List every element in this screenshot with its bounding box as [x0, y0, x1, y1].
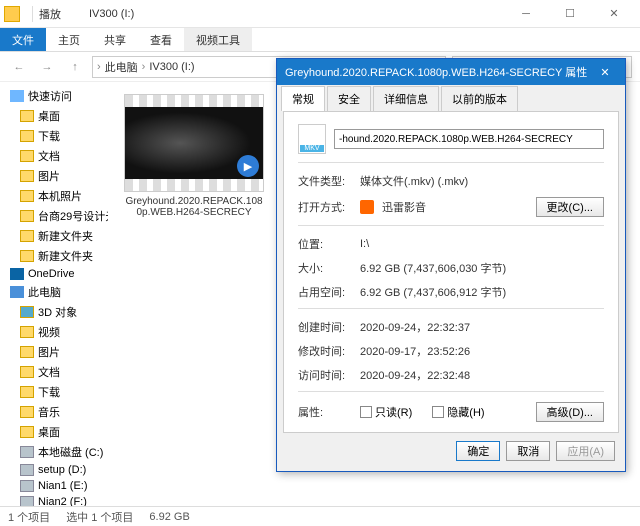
accessed-value: 2020-09-24，22:32:48	[360, 367, 470, 383]
dialog-tabs: 常规 安全 详细信息 以前的版本	[277, 85, 625, 111]
play-overlay-icon: ▶	[237, 155, 259, 177]
tree-thispc[interactable]: 此电脑	[0, 282, 108, 302]
location-label: 位置:	[298, 236, 352, 252]
status-size: 6.92 GB	[149, 511, 189, 523]
tab-details[interactable]: 详细信息	[373, 86, 439, 111]
dialog-close-button[interactable]: ✕	[593, 66, 617, 79]
cancel-button[interactable]: 取消	[506, 441, 550, 461]
status-count: 1 个项目	[8, 509, 50, 525]
tab-security[interactable]: 安全	[327, 86, 371, 111]
created-label: 创建时间:	[298, 319, 352, 335]
back-button[interactable]: ←	[8, 56, 30, 78]
ok-button[interactable]: 确定	[456, 441, 500, 461]
ondisk-value: 6.92 GB (7,437,606,912 字节)	[360, 284, 506, 300]
close-button[interactable]: ✕	[592, 0, 636, 28]
video-thumbnail: ▶	[124, 94, 264, 192]
tree-project[interactable]: 台商29号设计元素	[0, 206, 108, 226]
app-icon	[360, 200, 374, 214]
file-type-icon	[298, 124, 326, 154]
openwith-value: 迅雷影音	[382, 199, 426, 215]
hidden-checkbox[interactable]: 隐藏(H)	[432, 404, 484, 420]
apply-button[interactable]: 应用(A)	[556, 441, 615, 461]
tree-setup-d[interactable]: setup (D:)	[0, 462, 108, 478]
window-context: 播放	[39, 6, 61, 22]
tab-view[interactable]: 查看	[138, 28, 184, 51]
type-label: 文件类型:	[298, 173, 352, 189]
change-button[interactable]: 更改(C)...	[536, 197, 604, 217]
tab-home[interactable]: 主页	[46, 28, 92, 51]
titlebar: 播放 IV300 (I:) ─ ☐ ✕	[0, 0, 640, 28]
type-value: 媒体文件(.mkv) (.mkv)	[360, 173, 468, 189]
tree-desktop[interactable]: 桌面	[0, 106, 108, 126]
attr-label: 属性:	[298, 404, 352, 420]
properties-dialog: Greyhound.2020.REPACK.1080p.WEB.H264-SEC…	[276, 58, 626, 472]
modified-value: 2020-09-17，23:52:26	[360, 343, 470, 359]
file-item[interactable]: ▶ Greyhound.2020.REPACK.1080p.WEB.H264-S…	[120, 94, 268, 218]
status-selected: 选中 1 个项目	[66, 509, 133, 525]
tab-general[interactable]: 常规	[281, 86, 325, 111]
folder-icon	[4, 6, 20, 22]
tree-cdrive[interactable]: 本地磁盘 (C:)	[0, 442, 108, 462]
tree-onedrive[interactable]: OneDrive	[0, 266, 108, 282]
tree-documents[interactable]: 文档	[0, 146, 108, 166]
tree-quick-access[interactable]: 快速访问	[0, 86, 108, 106]
filename-input[interactable]	[334, 129, 604, 149]
size-label: 大小:	[298, 260, 352, 276]
tree-downloads[interactable]: 下载	[0, 126, 108, 146]
tree-downloads2[interactable]: 下载	[0, 382, 108, 402]
dialog-footer: 确定 取消 应用(A)	[277, 433, 625, 469]
tab-video-tools[interactable]: 视频工具	[184, 28, 252, 51]
tree-music[interactable]: 音乐	[0, 402, 108, 422]
tab-previous[interactable]: 以前的版本	[441, 86, 518, 111]
size-value: 6.92 GB (7,437,606,030 字节)	[360, 260, 506, 276]
tree-3dobjects[interactable]: 3D 对象	[0, 302, 108, 322]
ondisk-label: 占用空间:	[298, 284, 352, 300]
window-title: IV300 (I:)	[89, 8, 134, 20]
up-button[interactable]: ↑	[64, 56, 86, 78]
advanced-button[interactable]: 高级(D)...	[536, 402, 604, 422]
openwith-label: 打开方式:	[298, 199, 352, 215]
file-name: Greyhound.2020.REPACK.1080p.WEB.H264-SEC…	[120, 196, 268, 218]
ribbon: 文件 主页 共享 查看 视频工具	[0, 28, 640, 52]
modified-label: 修改时间:	[298, 343, 352, 359]
forward-button[interactable]: →	[36, 56, 58, 78]
tree-newfolder1[interactable]: 新建文件夹	[0, 226, 108, 246]
tree-localpic[interactable]: 本机照片	[0, 186, 108, 206]
status-bar: 1 个项目 选中 1 个项目 6.92 GB	[0, 506, 640, 526]
readonly-checkbox[interactable]: 只读(R)	[360, 404, 412, 420]
tab-share[interactable]: 共享	[92, 28, 138, 51]
tree-pictures[interactable]: 图片	[0, 166, 108, 186]
maximize-button[interactable]: ☐	[548, 0, 592, 28]
nav-tree: 快速访问 桌面 下载 文档 图片 本机照片 台商29号设计元素 新建文件夹 新建…	[0, 82, 108, 510]
tree-videos[interactable]: 视频	[0, 322, 108, 342]
tree-documents2[interactable]: 文档	[0, 362, 108, 382]
tree-newfolder2[interactable]: 新建文件夹	[0, 246, 108, 266]
tab-file[interactable]: 文件	[0, 28, 46, 51]
dialog-titlebar[interactable]: Greyhound.2020.REPACK.1080p.WEB.H264-SEC…	[277, 59, 625, 85]
crumb-drive[interactable]: IV300 (I:)	[149, 61, 194, 73]
dialog-title: Greyhound.2020.REPACK.1080p.WEB.H264-SEC…	[285, 64, 587, 80]
minimize-button[interactable]: ─	[504, 0, 548, 28]
accessed-label: 访问时间:	[298, 367, 352, 383]
location-value: I:\	[360, 238, 369, 250]
created-value: 2020-09-24，22:32:37	[360, 319, 470, 335]
dialog-body: 文件类型: 媒体文件(.mkv) (.mkv) 打开方式: 迅雷影音 更改(C)...…	[283, 111, 619, 433]
crumb-thispc[interactable]: 此电脑	[105, 59, 138, 75]
tree-nian1[interactable]: Nian1 (E:)	[0, 478, 108, 494]
tree-pictures2[interactable]: 图片	[0, 342, 108, 362]
tree-desktop2[interactable]: 桌面	[0, 422, 108, 442]
